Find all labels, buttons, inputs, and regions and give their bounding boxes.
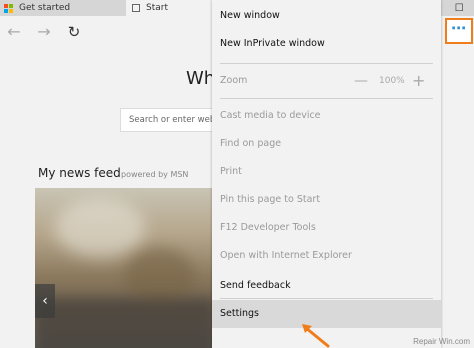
microsoft-logo-icon [4,3,13,13]
zoom-in-icon[interactable]: + [412,67,425,95]
tab-label: Get started [19,3,71,13]
pointer-arrow-icon [302,324,330,348]
more-actions-menu: New window New InPrivate window Zoom — 1… [212,0,441,348]
back-arrow-icon[interactable]: ← [4,22,24,42]
menu-item-print[interactable]: Print [212,158,441,186]
refresh-icon[interactable]: ↻ [64,22,84,42]
chevron-left-icon[interactable]: ‹ [35,284,55,318]
menu-item-zoom: Zoom — 100% + [212,67,441,95]
powered-by-label: powered by MSN [121,170,189,179]
news-feed-title: My news feed [38,166,121,180]
menu-item-send-feedback[interactable]: Send feedback [212,272,441,300]
news-image[interactable] [35,188,215,348]
search-input[interactable]: Search or enter web ad [120,108,220,132]
maximize-icon[interactable]: ☐ [455,3,464,14]
forward-arrow-icon[interactable]: → [34,22,54,42]
menu-item-new-inprivate-window[interactable]: New InPrivate window [212,30,441,58]
page-icon [132,4,140,12]
zoom-level: 100% [379,76,405,86]
more-actions-button[interactable]: ⋯ [445,18,473,44]
menu-item-cast-media[interactable]: Cast media to device [212,102,441,130]
zoom-out-icon[interactable]: — [354,67,368,95]
menu-item-find-on-page[interactable]: Find on page [212,130,441,158]
menu-item-open-with-ie[interactable]: Open with Internet Explorer [212,242,441,270]
divider [220,63,433,64]
divider [220,298,433,299]
tab-get-started[interactable]: Get started [0,0,126,16]
tab-label: Start [146,3,168,13]
menu-item-pin-to-start[interactable]: Pin this page to Start [212,186,441,214]
zoom-label: Zoom [220,75,248,86]
tab-start[interactable]: Start [126,0,212,16]
watermark: Repair Win.com [413,337,470,346]
divider [220,98,433,99]
menu-item-f12-tools[interactable]: F12 Developer Tools [212,214,441,242]
menu-item-new-window[interactable]: New window [212,2,441,30]
